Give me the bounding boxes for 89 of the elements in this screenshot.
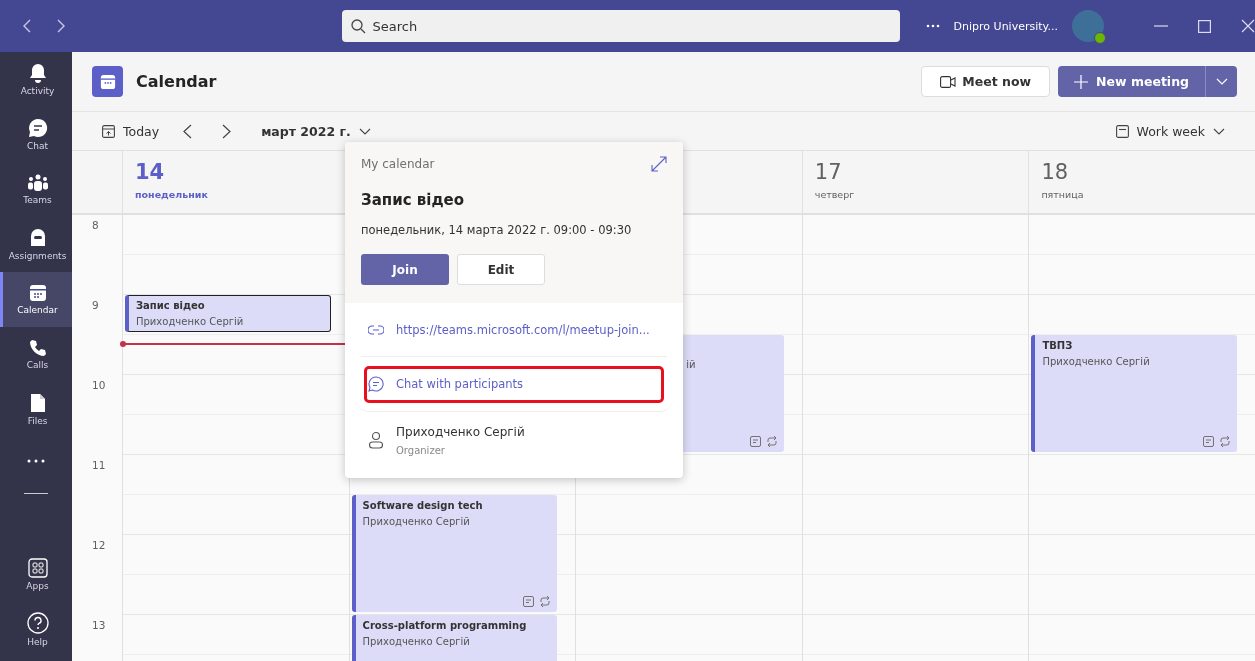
file-icon [29,393,46,413]
event-card[interactable]: Software design tech Приходченко Сергій [351,495,558,612]
chat-icon [368,376,384,392]
backpack-icon [28,228,47,248]
meeting-link[interactable]: https://teams.microsoft.com/l/meetup-join... [396,322,650,337]
weekday-label: пятница [1041,189,1085,200]
weekday-label: четверг [814,189,856,200]
join-button[interactable]: Join [361,254,449,285]
event-organizer: Приходченко Сергій [362,636,471,647]
event-title: ТВПЗ [1042,340,1074,351]
organization-name[interactable]: Dnipro University... [953,19,1058,33]
sidebar-item[interactable]: Activity [0,52,72,107]
event-card[interactable]: Cross-platform programming Приходченко Сергій [351,615,558,661]
event-title: Software design tech [362,500,484,511]
sidebar-item[interactable]: Chat [0,107,72,162]
event-organizer: ій [686,359,697,370]
new-meeting-button[interactable]: New meeting [1058,66,1206,97]
chat-link[interactable]: Chat with participants [396,377,524,391]
meet-now-button[interactable]: Meet now [921,66,1051,97]
sidebar-item[interactable]: Calendar [0,272,72,327]
month-picker[interactable]: март 2022 г. [261,123,371,139]
repeat-icon [1218,436,1231,447]
calendar-name: My calendar [361,157,435,171]
video-camera-icon [940,75,957,88]
hour-label: 13 [92,619,106,631]
notes-icon [749,436,761,447]
today-button[interactable]: Today [102,123,160,139]
event-title: Cross-platform programming [362,620,528,631]
hour-label: 12 [92,539,106,551]
day-number: 18 [1041,160,1070,184]
search-icon [351,19,367,34]
view-icon [1115,124,1129,138]
sidebar-item[interactable]: Apps [0,547,72,602]
chevron-down-icon [1213,127,1225,135]
page-title: Calendar [136,72,217,91]
repeat-icon [765,436,778,447]
event-card[interactable]: Запис відео Приходченко Сергій [125,295,331,332]
close-icon[interactable] [1241,19,1255,33]
sidebar-item[interactable]: Calls [0,327,72,382]
weekday-label: понедельник [135,189,209,200]
person-icon [368,431,384,449]
calendar-today-icon [102,124,115,138]
phone-icon [28,339,47,357]
chevron-down-icon [358,127,371,135]
apps-icon [27,558,48,578]
link-icon [368,324,384,335]
event-organizer: Приходченко Сергій [136,316,245,327]
view-picker[interactable]: Work week [1115,123,1225,139]
next-icon[interactable] [222,123,232,139]
event-card[interactable]: ТВПЗ Приходченко Сергій [1031,335,1237,452]
help-icon [26,612,49,634]
hour-label: 11 [92,459,106,471]
people-icon [26,174,49,192]
calendar-icon [28,284,47,302]
previous-icon[interactable] [183,123,193,139]
event-organizer: Приходченко Сергій [1042,356,1151,367]
maximize-icon[interactable] [1198,19,1211,33]
hour-label: 9 [92,299,99,311]
organizer-name: Приходченко Сергій [396,424,525,439]
search-field[interactable]: Search [342,10,900,42]
event-time: понедельник, 14 марта 2022 г. 09:00 - 09:30 [361,223,633,237]
status-dot [1094,32,1106,44]
avatar[interactable] [1072,10,1104,42]
plus-icon [1074,74,1089,89]
hour-label: 8 [92,219,99,231]
sidebar-item[interactable]: Assignments [0,217,72,272]
bell-icon [28,63,47,83]
more-icon[interactable] [27,459,45,463]
hour-label: 10 [92,379,106,391]
expand-icon[interactable] [651,156,667,172]
back-icon[interactable] [22,19,32,33]
chevron-down-icon [1215,78,1228,85]
day-number: 14 [135,160,166,184]
event-title: Запис відео [136,300,206,311]
sidebar-item[interactable]: Help [0,602,72,657]
notes-icon [523,596,535,607]
organizer-role: Organizer [396,444,446,456]
more-icon[interactable] [925,24,940,28]
edit-button[interactable]: Edit [457,254,545,285]
event-title: Запис відео [361,191,465,209]
sidebar-item[interactable]: Teams [0,162,72,217]
calendar-app-icon [92,66,123,97]
chat-icon [27,118,48,138]
repeat-icon [539,596,552,607]
sidebar-item[interactable]: Files [0,382,72,437]
notes-icon [1202,436,1214,447]
forward-icon[interactable] [56,19,66,33]
day-number: 17 [814,160,843,184]
event-organizer: Приходченко Сергій [362,516,471,527]
